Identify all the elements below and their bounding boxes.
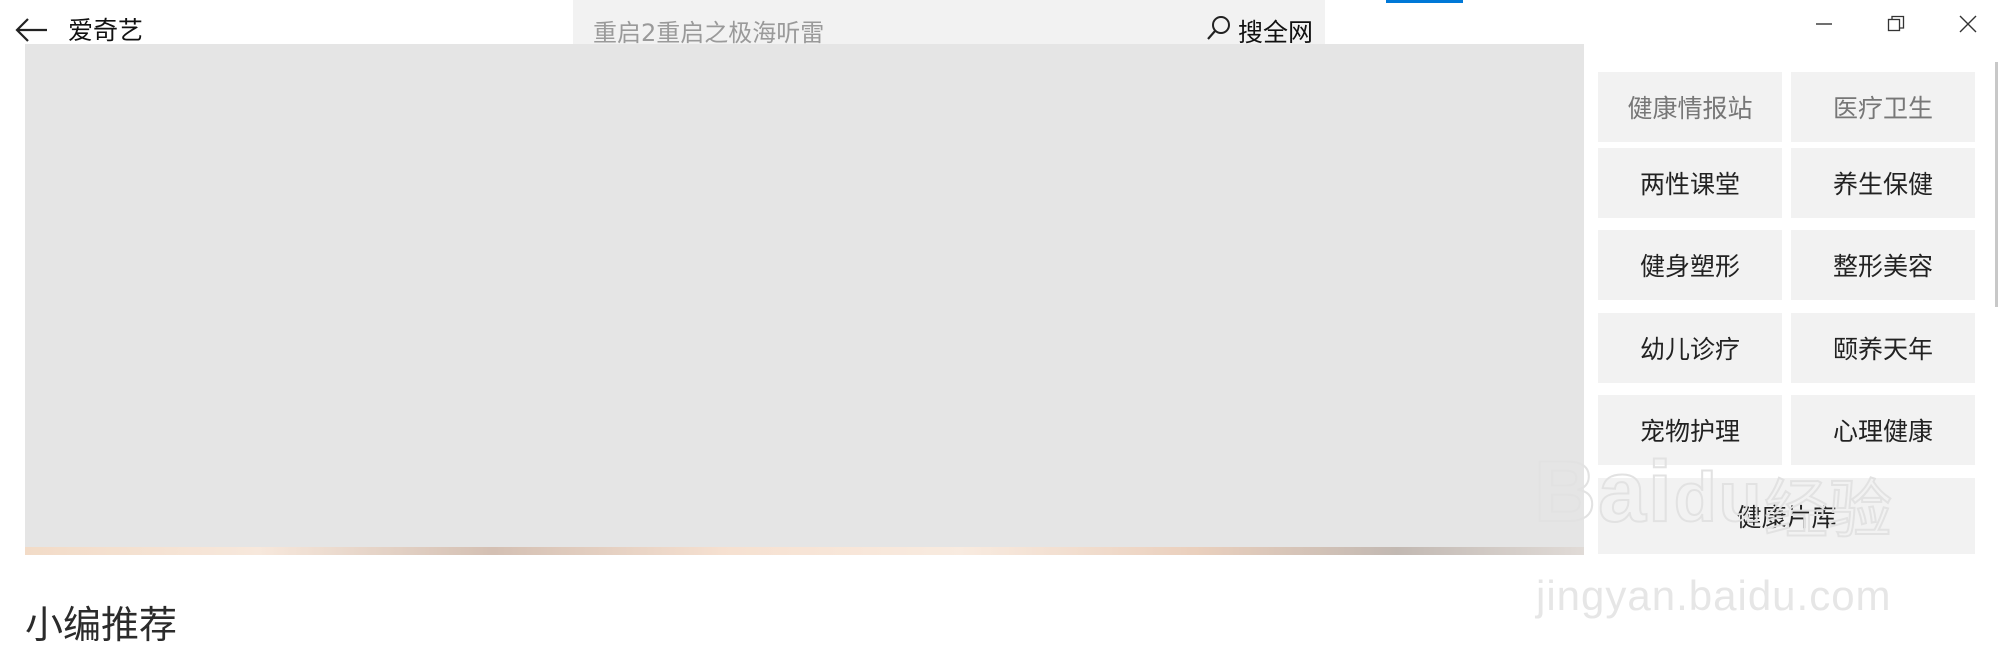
- category-item-wellness[interactable]: 养生保健: [1791, 148, 1975, 218]
- close-button[interactable]: [1944, 8, 1992, 44]
- featured-banner[interactable]: [25, 44, 1584, 547]
- category-item-mental-health[interactable]: 心理健康: [1791, 395, 1975, 465]
- category-item-pet-care[interactable]: 宠物护理: [1598, 395, 1782, 465]
- category-item-fitness[interactable]: 健身塑形: [1598, 230, 1782, 300]
- category-item-health-library[interactable]: 健康片库: [1598, 478, 1975, 554]
- watermark-url: jingyan.baidu.com: [1536, 572, 1892, 619]
- restore-icon: [1887, 15, 1905, 37]
- minimize-icon: [1815, 15, 1833, 37]
- banner-thumbnail-strip: [25, 547, 1584, 555]
- section-title: 小编推荐: [25, 603, 178, 647]
- category-item-sex-education[interactable]: 两性课堂: [1598, 148, 1782, 218]
- category-item-health-news[interactable]: 健康情报站: [1598, 72, 1782, 142]
- restore-button[interactable]: [1872, 8, 1920, 44]
- search-icon: [1206, 15, 1232, 47]
- app-title: 爱奇艺: [68, 16, 144, 45]
- close-icon: [1959, 15, 1977, 37]
- category-item-elderly-care[interactable]: 颐养天年: [1791, 313, 1975, 383]
- scrollbar[interactable]: [1995, 62, 1998, 307]
- category-item-pediatrics[interactable]: 幼儿诊疗: [1598, 313, 1782, 383]
- minimize-button[interactable]: [1800, 8, 1848, 44]
- loading-progress-indicator: [1386, 0, 1463, 3]
- back-arrow-icon: [15, 17, 49, 47]
- category-item-medical[interactable]: 医疗卫生: [1791, 72, 1975, 142]
- category-item-cosmetic-surgery[interactable]: 整形美容: [1791, 230, 1975, 300]
